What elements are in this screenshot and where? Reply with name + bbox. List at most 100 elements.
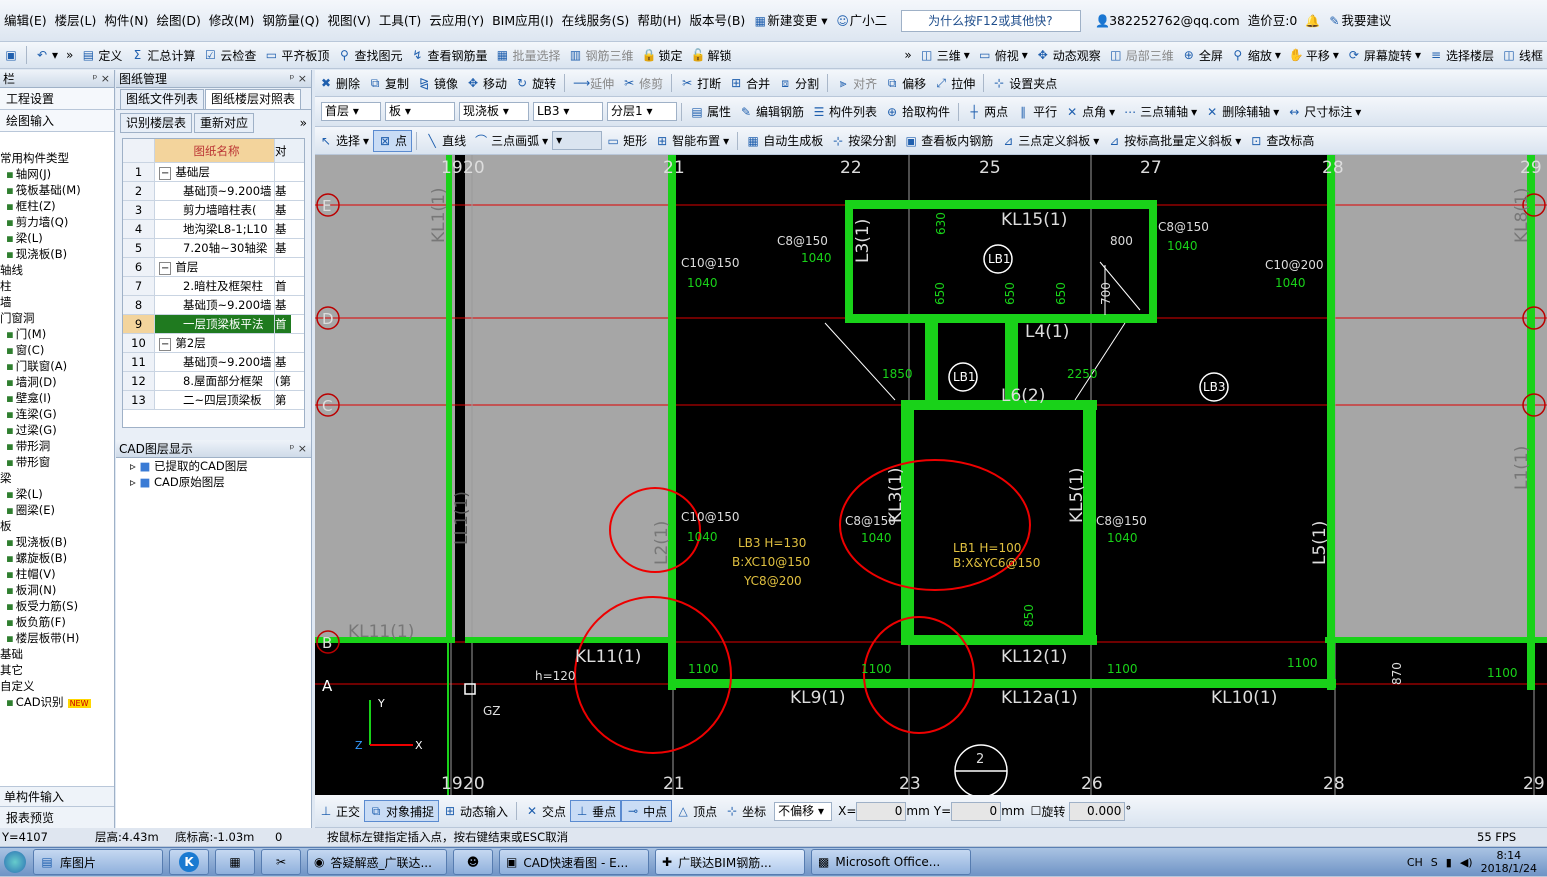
snap-4[interactable]: ⊥ 垂点: [570, 800, 622, 822]
tray-volume-icon[interactable]: ◀): [1460, 856, 1473, 869]
table-row[interactable]: 3 剪力墙暗柱表(基: [123, 201, 304, 220]
screen-rotate-button[interactable]: ⟳ 屏幕旋转 ▾: [1343, 44, 1425, 66]
modify-btn-8[interactable]: ⊞ 合并: [725, 72, 774, 94]
tab-drawing-files[interactable]: 图纸文件列表: [120, 89, 205, 109]
modify-btn-2[interactable]: ⧎ 镜像: [413, 72, 462, 94]
component-btn-0[interactable]: ▤ 属性: [686, 101, 735, 123]
view-3d-button[interactable]: ◫ 三维 ▾: [916, 44, 974, 66]
drawing-canvas[interactable]: Y X Z 19 20 21 22 25 27 28 29 19 20 21 2…: [315, 155, 1547, 795]
panel-close-icon[interactable]: ᵖ ×: [93, 70, 110, 88]
tree-item-18[interactable]: ▪ 带形洞: [0, 438, 114, 454]
collapse-icon[interactable]: −: [159, 167, 172, 180]
menu-floor[interactable]: 楼层(L): [51, 0, 101, 41]
tree-item-14[interactable]: ▪ 墙洞(D): [0, 374, 114, 390]
rematch-button[interactable]: 重新对应: [194, 113, 255, 133]
tree-item-28[interactable]: ▪ 板受力筋(S): [0, 598, 114, 614]
lock-button[interactable]: 🔒 锁定: [638, 44, 687, 66]
tree-item-24[interactable]: ▪ 现浇板(B): [0, 534, 114, 550]
task-bim[interactable]: ✚ 广联达BIM钢筋...: [655, 849, 805, 875]
tab-project-settings[interactable]: 工程设置: [0, 88, 114, 110]
x-input[interactable]: 0: [856, 801, 907, 821]
menu-modify[interactable]: 修改(M): [205, 0, 259, 41]
tree-item-22[interactable]: ▪ 圈梁(E): [0, 502, 114, 518]
modify-btn-13[interactable]: ⊹ 设置夹点: [988, 72, 1061, 94]
task-library[interactable]: ▤ 库图片: [33, 849, 163, 875]
top-view-button[interactable]: ▭ 俯视 ▾: [974, 44, 1032, 66]
suggest[interactable]: ✎ 我要建议: [1323, 0, 1395, 41]
snap-2[interactable]: ⊞ 动态输入: [439, 800, 512, 822]
y-input[interactable]: 0: [951, 801, 1002, 821]
question-box[interactable]: 为什么按F12或其他快?: [901, 9, 1082, 32]
save-button[interactable]: ▣: [0, 44, 22, 66]
task-tool[interactable]: ✂: [261, 849, 301, 875]
fullscreen-button[interactable]: ⊕ 全屏: [1178, 44, 1227, 66]
tree-item-12[interactable]: ▪ 窗(C): [0, 342, 114, 358]
menu-view[interactable]: 视图(V): [324, 0, 375, 41]
modify-btn-1[interactable]: ⧉ 复制: [364, 72, 413, 94]
table-row[interactable]: 2 基础顶~9.200墙基: [123, 182, 304, 201]
table-row[interactable]: 8 基础顶~9.200墙基: [123, 296, 304, 315]
tree-item-6[interactable]: ▪ 现浇板(B): [0, 246, 114, 262]
tree-item-8[interactable]: 柱: [0, 278, 114, 294]
zoom-button[interactable]: ⚲ 缩放 ▾: [1227, 44, 1285, 66]
undo-button[interactable]: ↶ ▾: [31, 44, 62, 66]
calc-button[interactable]: Σ 汇总计算: [126, 44, 199, 66]
tree-item-16[interactable]: ▪ 连梁(G): [0, 406, 114, 422]
tree-item-19[interactable]: ▪ 带形窗: [0, 454, 114, 470]
snap-1[interactable]: ⧉ 对象捕捉: [364, 800, 440, 822]
cad-panel-close-icon[interactable]: ᵖ ×: [290, 440, 307, 458]
unlock-button[interactable]: 🔓 解锁: [687, 44, 736, 66]
task-cad[interactable]: ▣ CAD快速看图 - E...: [499, 849, 649, 875]
tree-item-23[interactable]: 板: [0, 518, 114, 534]
modify-btn-5[interactable]: ⟶ 延伸: [569, 72, 618, 94]
offset-select[interactable]: 不偏移 ▾: [774, 801, 833, 821]
rotate-checkbox[interactable]: ☐: [1031, 804, 1042, 818]
tray-sogou-icon[interactable]: S: [1431, 856, 1438, 869]
tree-item-7[interactable]: 轴线: [0, 262, 114, 278]
snap-6[interactable]: △ 顶点: [672, 800, 721, 822]
component-btn-3[interactable]: ⊕ 拾取构件: [881, 101, 954, 123]
tree-item-5[interactable]: ▪ 梁(L): [0, 230, 114, 246]
menu-tools[interactable]: 工具(T): [375, 0, 425, 41]
component-btn-1[interactable]: ✎ 编辑钢筋: [735, 101, 808, 123]
component-btn-6[interactable]: ✕ 点角 ▾: [1061, 101, 1119, 123]
start-button[interactable]: [4, 851, 26, 873]
cloud-check-button[interactable]: ☑ 云检查: [199, 44, 260, 66]
modify-btn-7[interactable]: ✂ 打断: [676, 72, 725, 94]
modify-btn-10[interactable]: ⫸ 对齐: [832, 72, 881, 94]
draw-btn-4[interactable]: ▭ 矩形: [602, 130, 651, 152]
draw-btn-2[interactable]: ╲ 直线: [421, 130, 470, 152]
modify-btn-11[interactable]: ⧉ 偏移: [881, 72, 930, 94]
menu-assistant[interactable]: ☺广小二: [832, 0, 892, 41]
cad-layer-extracted[interactable]: ▹ ■ 已提取的CAD图层: [116, 458, 311, 474]
table-row[interactable]: 1− 基础层: [123, 163, 304, 182]
tree-item-3[interactable]: ▪ 框柱(Z): [0, 198, 114, 214]
component-btn-4[interactable]: ┼ 两点: [963, 101, 1012, 123]
tab-drawing-floors[interactable]: 图纸楼层对照表: [205, 89, 302, 109]
component-btn-7[interactable]: ⋯ 三点辅轴 ▾: [1119, 101, 1201, 123]
select-floor-button[interactable]: ≡ 选择楼层: [1425, 44, 1498, 66]
menu-edit[interactable]: 编辑(E): [0, 0, 51, 41]
local-3d-button[interactable]: ◫ 局部三维: [1105, 44, 1178, 66]
modify-btn-9[interactable]: ⧈ 分割: [774, 72, 823, 94]
tree-item-25[interactable]: ▪ 螺旋板(B): [0, 550, 114, 566]
draw-btn-0[interactable]: ↖ 选择 ▾: [315, 130, 373, 152]
tree-item-4[interactable]: ▪ 剪力墙(Q): [0, 214, 114, 230]
draw-btn-11[interactable]: ⊡ 查改标高: [1245, 130, 1318, 152]
tree-item-13[interactable]: ▪ 门联窗(A): [0, 358, 114, 374]
wireframe-button[interactable]: ◫ 线框: [1498, 44, 1547, 66]
modify-btn-0[interactable]: ✖ 删除: [315, 72, 364, 94]
tree-item-0[interactable]: 常用构件类型: [0, 150, 114, 166]
element-select[interactable]: LB3 ▾: [533, 102, 603, 121]
floor-select[interactable]: 首层 ▾: [321, 102, 381, 121]
snap-3[interactable]: ✕ 交点: [521, 800, 570, 822]
draw-btn-6[interactable]: ▦ 自动生成板: [742, 130, 827, 152]
component-btn-9[interactable]: ↔ 尺寸标注 ▾: [1283, 101, 1365, 123]
menu-version[interactable]: 版本号(B): [685, 0, 749, 41]
subtype-select[interactable]: 现浇板 ▾: [459, 102, 529, 121]
pan-button[interactable]: ✋ 平移 ▾: [1285, 44, 1343, 66]
rebar-3d-button[interactable]: ▥ 钢筋三维: [564, 44, 637, 66]
snap-0[interactable]: ⊥ 正交: [315, 800, 364, 822]
single-input-button[interactable]: 单构件输入: [0, 786, 114, 806]
drawing-panel-close-icon[interactable]: ᵖ ×: [290, 70, 307, 88]
